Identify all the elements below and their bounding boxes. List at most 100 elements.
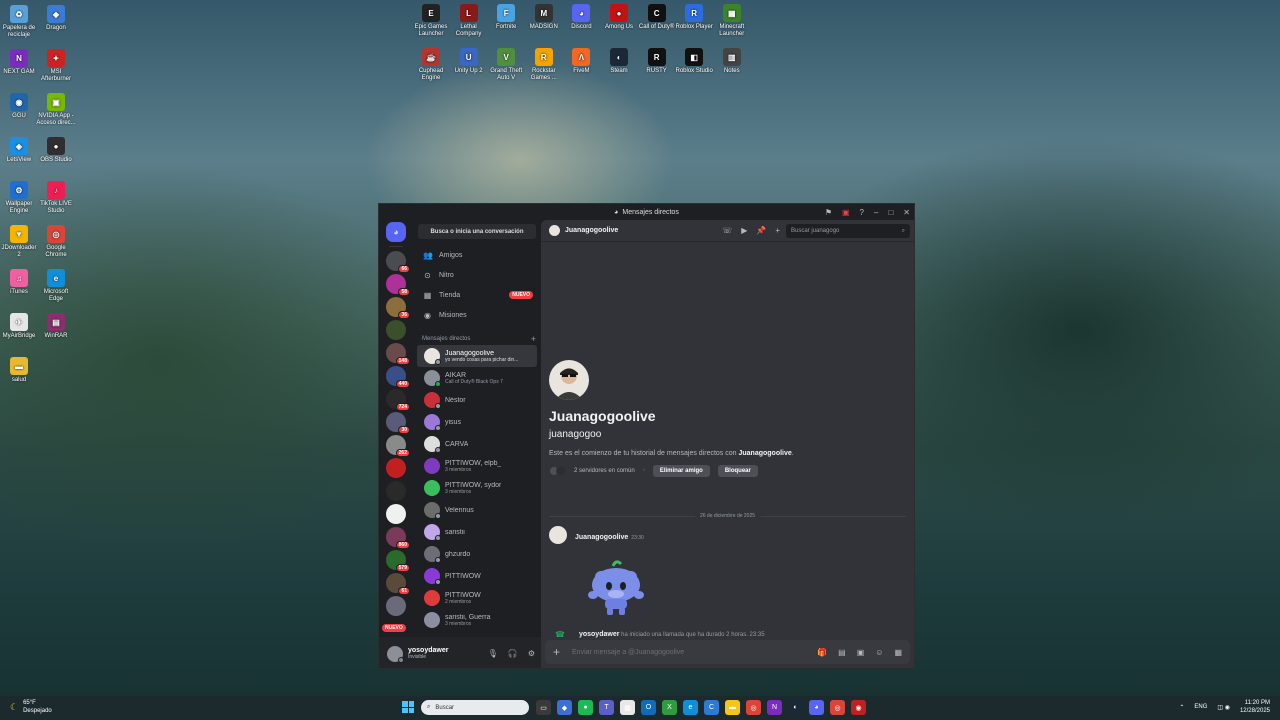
taskbar-app-icon[interactable]: e [683, 700, 698, 715]
desktop-icon[interactable]: M MADSIGN [524, 4, 564, 31]
server-icon[interactable] [386, 596, 406, 616]
call-user[interactable]: yosoydawer [579, 631, 619, 638]
desktop-icon[interactable]: ◕ Discord [561, 4, 601, 31]
headphones-icon[interactable]: 🎧 [508, 649, 518, 658]
network-volume-icon[interactable]: ◫ ◉ [1217, 704, 1230, 711]
desktop-icon[interactable]: E Epic Games Launcher [411, 4, 451, 38]
desktop-icon[interactable]: ● OBS Studio [36, 137, 76, 164]
server-icon[interactable]: 860 [386, 527, 410, 549]
chat-search-input[interactable]: Buscar juanagogo ⌕ [786, 224, 910, 238]
server-icon[interactable]: 30 [386, 412, 410, 434]
minimize-button[interactable]: – [874, 208, 878, 217]
user-avatar[interactable] [387, 645, 404, 663]
message-author[interactable]: Juanagogoolive [575, 534, 628, 541]
server-icon[interactable]: 58 [386, 274, 410, 296]
taskbar-app-icon[interactable]: O [641, 700, 656, 715]
dm-list-item[interactable]: CARVA [417, 433, 537, 455]
server-icon[interactable]: 36 [386, 297, 410, 319]
nav-item-misiones[interactable]: ◉ Misiones [413, 305, 541, 325]
desktop-icon[interactable]: ♪ TikTok LIVE Studio [36, 181, 76, 215]
desktop-icon[interactable]: ◎ Google Chrome [36, 225, 76, 259]
desktop-icon[interactable]: ◉ GGU [0, 93, 39, 120]
dm-list-item[interactable]: saristii [417, 521, 537, 543]
inbox-icon[interactable]: ⚑ [825, 208, 832, 217]
add-friends-to-dm-icon[interactable]: + [775, 226, 780, 235]
emoji-icon[interactable]: ☺ [875, 648, 883, 657]
taskbar-app-icon[interactable]: C [704, 700, 719, 715]
apps-icon[interactable]: ▦ [894, 648, 902, 657]
message-input[interactable]: Enviar mensaje a @Juanagogoolive [572, 649, 684, 656]
desktop-icon[interactable]: ◈ LetsView [0, 137, 39, 164]
maximize-button[interactable]: □ [888, 208, 893, 217]
server-icon[interactable] [386, 458, 406, 478]
server-icon[interactable] [386, 481, 406, 501]
desktop-icon[interactable]: C Call of Duty® [637, 4, 677, 31]
desktop-icon[interactable]: ▼ JDownloader 2 [0, 225, 39, 259]
dm-list-item[interactable]: AIKAR Call of Duty® Black Ops 7 [417, 367, 537, 389]
nav-item-nitro[interactable]: ⊙ Nitro [413, 265, 541, 285]
desktop-icon[interactable]: L Lethal Company [449, 4, 489, 38]
desktop-icon[interactable]: ⚙ Wallpaper Engine [0, 181, 39, 215]
screen-icon[interactable]: ▣ [842, 208, 850, 217]
desktop-icon[interactable]: R Rockstar Games ... [524, 48, 564, 82]
taskbar-app-icon[interactable]: ◎ [830, 700, 845, 715]
clock[interactable]: 11:20 PM 12/28/2025 [1240, 699, 1270, 715]
desktop-icon[interactable]: ● Among Us [599, 4, 639, 31]
channel-name[interactable]: Juanagogoolive [565, 227, 618, 234]
taskbar-app-icon[interactable]: X [662, 700, 677, 715]
nav-item-tienda[interactable]: ▦ Tienda NUEVO [413, 285, 541, 305]
desktop-icon[interactable]: Λ FiveM [561, 48, 601, 75]
tray-overflow-icon[interactable]: ⌃ [1179, 704, 1184, 711]
search-conversation-button[interactable]: Busca o inicia una conversación [418, 224, 536, 239]
start-button[interactable] [402, 701, 414, 713]
taskbar-app-icon[interactable]: ◎ [746, 700, 761, 715]
taskbar-search[interactable]: ⌕ Buscar [421, 700, 529, 715]
settings-gear-icon[interactable]: ⚙ [528, 649, 535, 658]
desktop-icon[interactable]: ◐ Steam [599, 48, 639, 75]
desktop-icon[interactable]: R Roblox Player [674, 4, 714, 31]
nav-item-amigos[interactable]: 👥 Amigos [413, 245, 541, 265]
wumpus-sticker[interactable] [583, 555, 649, 621]
block-button[interactable]: Bloquear [717, 465, 758, 477]
create-dm-button[interactable]: + [531, 334, 536, 344]
voice-call-icon[interactable]: ☏ [722, 226, 732, 235]
taskbar-app-icon[interactable]: ▭ [536, 700, 551, 715]
desktop-icon[interactable]: e Microsoft Edge [36, 269, 76, 303]
desktop-icon[interactable]: ▬ salud [0, 357, 39, 384]
server-icon[interactable]: 440 [386, 366, 410, 388]
server-icon[interactable]: 66 [386, 251, 410, 273]
server-icon[interactable]: 724 [386, 389, 410, 411]
taskbar-app-icon[interactable]: ▦ [620, 700, 635, 715]
desktop-icon[interactable]: F Fortnite [486, 4, 526, 31]
new-servers-pill[interactable]: NUEVO [382, 624, 406, 632]
dm-list-item[interactable]: PITTIWOW, sydor 3 miembros [417, 477, 537, 499]
remove-friend-button[interactable]: Eliminar amigo [652, 465, 710, 477]
close-button[interactable]: ✕ [903, 208, 910, 217]
desktop-icon[interactable]: ☕ Cuphead Engine [411, 48, 451, 82]
help-icon[interactable]: ? [860, 208, 864, 217]
desktop-icon[interactable]: ◧ Roblox Studio [674, 48, 714, 75]
dm-list-item[interactable]: ghzurdo [417, 543, 537, 565]
taskbar-app-icon[interactable]: ◕ [809, 700, 824, 715]
desktop-icon[interactable]: ▦ Minecraft Launcher [712, 4, 752, 38]
server-icon[interactable] [386, 320, 406, 340]
desktop-icon[interactable]: N NEXT GAM [0, 49, 39, 76]
attach-plus-icon[interactable]: + [553, 645, 560, 659]
sticker-icon[interactable]: ▣ [857, 648, 865, 657]
desktop-icon[interactable]: ▣ NVIDIA App - Acceso direc... [36, 93, 76, 127]
microphone-icon[interactable]: 🎙 [488, 649, 498, 658]
weather-widget[interactable]: ☾ 65°F Despejado [10, 699, 52, 715]
dm-list-item[interactable]: Juanagogoolive yo vendo cosas para pichar… [417, 345, 537, 367]
language-indicator[interactable]: ENG [1194, 704, 1207, 710]
mutual-servers-link[interactable]: 2 servidores en común [574, 468, 635, 474]
video-call-icon[interactable]: ▶ [741, 226, 747, 235]
desktop-icon[interactable]: R RUSTY [637, 48, 677, 75]
taskbar-app-icon[interactable]: N [767, 700, 782, 715]
desktop-icon[interactable]: V Grand Theft Auto V [486, 48, 526, 82]
dm-list-item[interactable]: yisus [417, 411, 537, 433]
desktop-icon[interactable]: U Unity Up 2 [449, 48, 489, 75]
server-icon[interactable] [386, 504, 406, 524]
dm-list-item[interactable]: PITTIWOW, elpb_ 3 miembros [417, 455, 537, 477]
taskbar-app-icon[interactable]: ● [578, 700, 593, 715]
desktop-icon[interactable]: ▥ Notes [712, 48, 752, 75]
